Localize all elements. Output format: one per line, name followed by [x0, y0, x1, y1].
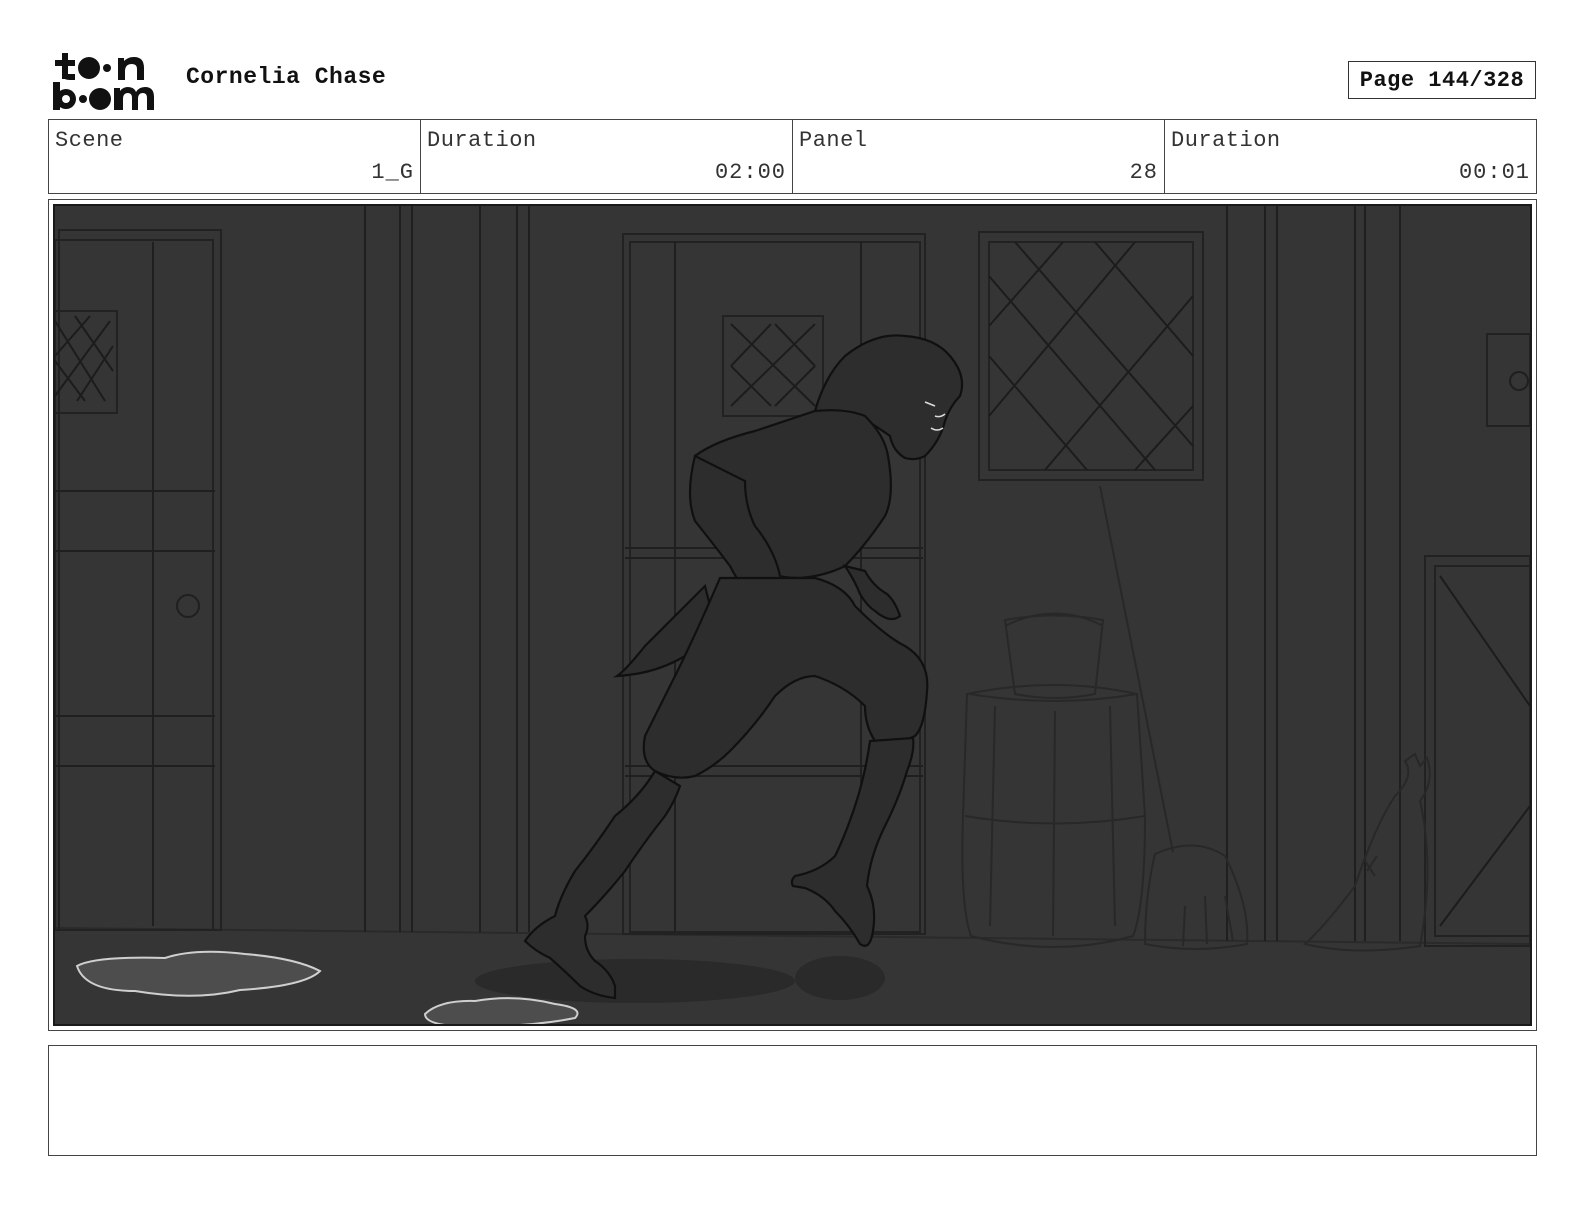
panel-info-table: Scene 1_G Duration 02:00 Panel 28 Durati… — [48, 119, 1537, 194]
panel-duration-value: 00:01 — [1458, 160, 1530, 185]
scene-label: Scene — [55, 128, 124, 153]
scene-value: 1_G — [371, 160, 414, 185]
scene-cell: Scene 1_G — [49, 120, 421, 193]
panel-duration-label: Duration — [1171, 128, 1281, 153]
panel-duration-cell: Duration 00:01 — [1165, 120, 1536, 193]
scene-duration-label: Duration — [427, 128, 537, 153]
panel-cell: Panel 28 — [793, 120, 1165, 193]
panel-label: Panel — [799, 128, 868, 153]
project-title: Cornelia Chase — [186, 64, 387, 90]
panel-notes-box — [48, 1045, 1537, 1156]
scene-duration-value: 02:00 — [714, 160, 786, 185]
panel-value: 28 — [1129, 160, 1158, 185]
storyboard-sketch-image — [53, 204, 1532, 1026]
toon-boom-logo-icon — [52, 50, 164, 112]
panel-frame — [48, 199, 1537, 1031]
page-number: Page 144/328 — [1348, 61, 1536, 99]
scene-duration-cell: Duration 02:00 — [421, 120, 793, 193]
